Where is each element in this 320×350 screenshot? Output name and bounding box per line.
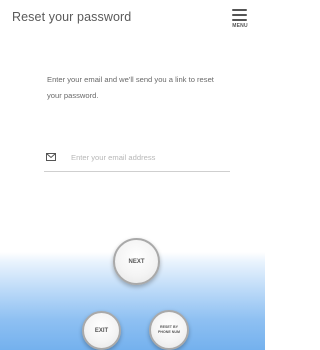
menu-button[interactable]: MENU: [228, 8, 252, 34]
page-title: Reset your password: [12, 10, 132, 24]
reset-password-screen: Reset your password MENU Enter your emai…: [0, 0, 265, 350]
envelope-icon: [46, 153, 56, 161]
reset-by-phone-button[interactable]: RESET BY PHONE NUM: [149, 310, 189, 350]
instructions-text: Enter your email and we'll send you a li…: [47, 75, 214, 100]
menu-label: MENU: [232, 23, 248, 29]
email-input[interactable]: [71, 148, 226, 166]
next-button[interactable]: NEXT: [113, 238, 160, 285]
exit-button[interactable]: EXIT: [82, 311, 121, 350]
hamburger-icon: [232, 9, 247, 21]
email-field-row: [44, 145, 230, 172]
